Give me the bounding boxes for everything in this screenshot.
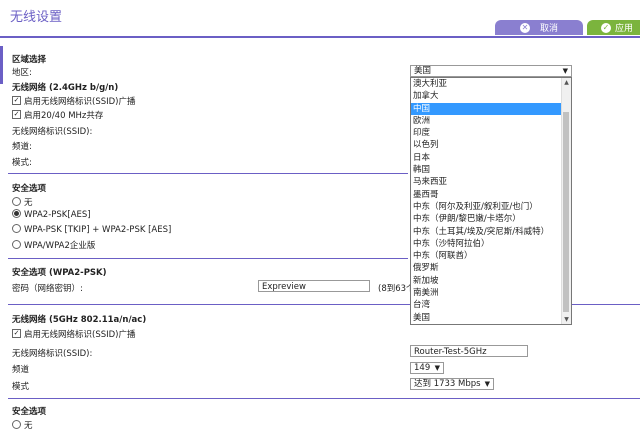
mode24-label: 模式: <box>12 158 32 168</box>
ssid-broadcast-5-row[interactable]: ✓ 启用无线网络标识(SSID)广播 <box>12 328 135 340</box>
security-option-enterprise[interactable]: WPA/WPA2企业版 <box>12 239 95 251</box>
scroll-down-icon[interactable]: ▼ <box>562 315 571 324</box>
scrollbar-thumb[interactable] <box>563 112 569 312</box>
security5-section-title: 安全选项 <box>12 407 47 417</box>
wireless5-section-title: 无线网络 (5GHz 802.11a/n/ac) <box>12 315 147 325</box>
ssid-broadcast-5-checkbox[interactable]: ✓ <box>12 329 21 338</box>
scroll-up-icon[interactable]: ▲ <box>562 78 571 87</box>
mode5-value: 达到 1733 Mbps <box>414 379 481 389</box>
security-option-wpa2[interactable]: WPA2-PSK[AES] <box>12 209 91 220</box>
password-label: 密码（网络密钥）: <box>12 284 83 294</box>
dropdown-option[interactable]: 马来西亚 <box>411 176 561 188</box>
page-title: 无线设置 <box>10 10 63 25</box>
dropdown-option[interactable]: 以色列 <box>411 139 561 151</box>
radio-none-5[interactable] <box>12 420 21 429</box>
channel24-label: 频道: <box>12 142 32 152</box>
wireless24-section-title: 无线网络 (2.4GHz b/g/n) <box>12 83 119 93</box>
mode5-label: 模式 <box>12 382 30 392</box>
close-icon: ✕ <box>519 22 530 33</box>
apply-label: 应用 <box>614 24 633 34</box>
wpa2-section-title: 安全选项 (WPA2-PSK) <box>12 268 107 278</box>
area-select[interactable]: 美国 ▼ <box>410 65 572 77</box>
divider <box>8 398 640 399</box>
ssid-broadcast-24-row[interactable]: ✓ 启用无线网络标识(SSID)广播 <box>12 95 135 107</box>
security-option-none[interactable]: 无 <box>12 196 33 208</box>
dropdown-option[interactable]: 墨西哥 <box>411 189 561 201</box>
ssid24-label: 无线网络标识(SSID): <box>12 127 93 137</box>
dropdown-option[interactable]: 俄罗斯 <box>411 262 561 274</box>
chevron-down-icon: ▼ <box>562 67 568 75</box>
channel5-value: 149 <box>414 363 431 373</box>
security-option-label: WPA-PSK [TKIP] + WPA2-PSK [AES] <box>24 225 172 235</box>
dropdown-option[interactable]: 加拿大 <box>411 90 561 102</box>
channel5-select[interactable]: 149 ▼ <box>410 362 444 374</box>
dropdown-option[interactable]: 澳大利亚 <box>411 78 561 90</box>
security-option-label: WPA2-PSK[AES] <box>24 210 91 220</box>
security-option-label: WPA/WPA2企业版 <box>24 241 96 251</box>
dropdown-option[interactable]: 中东（阿联酋） <box>411 250 561 262</box>
area-dropdown-list[interactable]: 澳大利亚 加拿大 中国 欧洲 印度 以色列 日本 韩国 马来西亚 墨西哥 中东（阿尔及利亚/叙利亚/… <box>410 77 572 325</box>
dropdown-option[interactable]: 印度 <box>411 127 561 139</box>
security5-option-label: 无 <box>24 421 33 431</box>
mode5-select[interactable]: 达到 1733 Mbps ▼ <box>410 378 494 390</box>
dropdown-scrollbar[interactable]: ▲ ▼ <box>561 78 571 324</box>
dropdown-option[interactable]: 韩国 <box>411 164 561 176</box>
divider <box>8 258 408 259</box>
dropdown-items: 澳大利亚 加拿大 中国 欧洲 印度 以色列 日本 韩国 马来西亚 墨西哥 中东（阿尔及利亚/叙利亚/… <box>411 78 571 324</box>
dropdown-option[interactable]: 新加坡 <box>411 275 561 287</box>
chevron-down-icon: ▼ <box>434 364 440 372</box>
channel5-label: 频道 <box>12 365 30 375</box>
security-section-title: 安全选项 <box>12 184 47 194</box>
coexist-label: 启用20/40 MHz共存 <box>24 111 104 121</box>
ssid5-label: 无线网络标识(SSID): <box>12 349 93 359</box>
header-divider <box>0 36 640 38</box>
chevron-down-icon: ▼ <box>484 380 490 388</box>
area-label: 地区: <box>12 68 32 78</box>
dropdown-option[interactable]: 台湾 <box>411 299 561 311</box>
dropdown-option[interactable]: 日本 <box>411 152 561 164</box>
left-accent-bar <box>0 46 3 84</box>
security-option-label: 无 <box>24 198 33 208</box>
security-option-mixed[interactable]: WPA-PSK [TKIP] + WPA2-PSK [AES] <box>12 224 172 235</box>
radio-none[interactable] <box>12 197 21 206</box>
check-icon: ✓ <box>600 22 611 33</box>
cancel-label: 取消 <box>539 24 558 34</box>
divider <box>8 173 408 174</box>
dropdown-option[interactable]: 美国 <box>411 312 561 324</box>
ssid5-input[interactable]: Router-Test-5GHz <box>410 345 528 357</box>
dropdown-option[interactable]: 中东（土耳其/埃及/突尼斯/科威特） <box>411 226 561 238</box>
dropdown-option[interactable]: 欧洲 <box>411 115 561 127</box>
security5-option-none[interactable]: 无 <box>12 419 33 431</box>
apply-button[interactable]: ✓ 应用 <box>587 20 640 35</box>
dropdown-option[interactable]: 南美洲 <box>411 287 561 299</box>
dropdown-option[interactable]: 中东（阿尔及利亚/叙利亚/也门） <box>411 201 561 213</box>
coexist-checkbox[interactable]: ✓ <box>12 110 21 119</box>
radio-wpa2[interactable] <box>12 209 21 218</box>
ssid-broadcast-24-label: 启用无线网络标识(SSID)广播 <box>24 97 136 107</box>
cancel-button[interactable]: ✕ 取消 <box>495 20 583 35</box>
dropdown-option[interactable]: 中东（伊朗/黎巴嫩/卡塔尔） <box>411 213 561 225</box>
ssid-broadcast-24-checkbox[interactable]: ✓ <box>12 96 21 105</box>
area-select-value: 美国 <box>414 66 432 76</box>
radio-enterprise[interactable] <box>12 240 21 249</box>
radio-mixed[interactable] <box>12 224 21 233</box>
region-section-title: 区域选择 <box>12 55 47 65</box>
ssid-broadcast-5-label: 启用无线网络标识(SSID)广播 <box>24 330 136 340</box>
dropdown-option[interactable]: 中东（沙特阿拉伯） <box>411 238 561 250</box>
dropdown-option[interactable]: 中国 <box>411 102 561 115</box>
password-input[interactable]: Expreview <box>258 280 370 292</box>
coexist-row[interactable]: ✓ 启用20/40 MHz共存 <box>12 109 103 121</box>
